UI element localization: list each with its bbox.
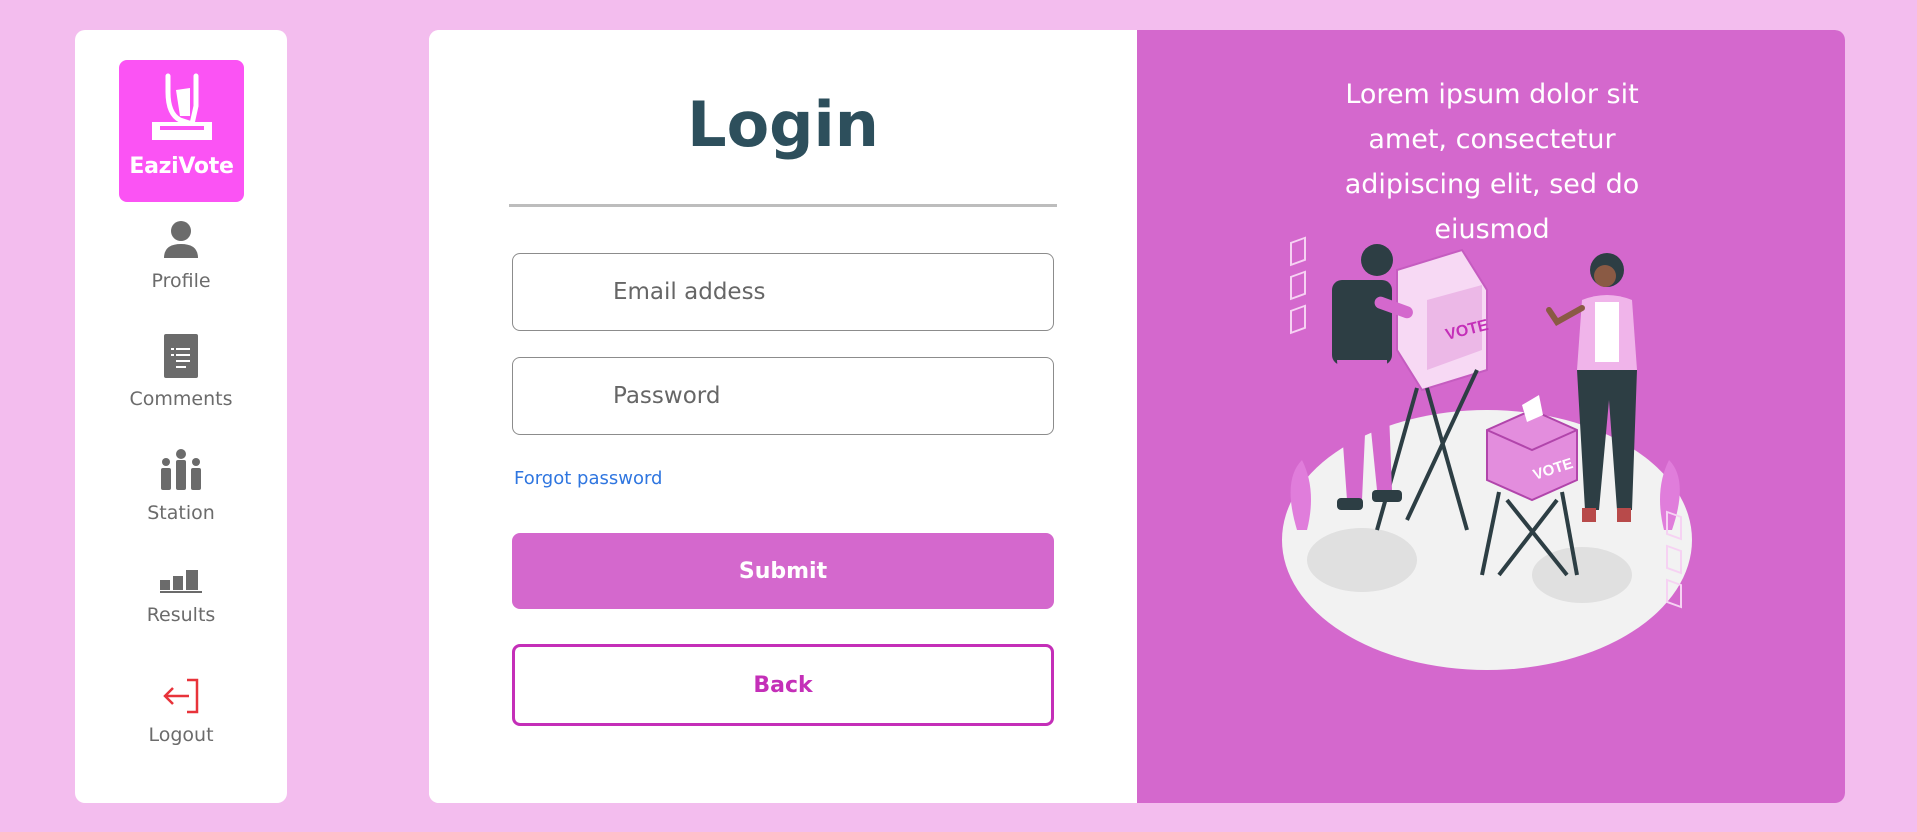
sidebar-item-label: Logout bbox=[148, 724, 214, 746]
voting-booth-illustration: VOTE VOTE bbox=[1282, 236, 1692, 670]
app-logo[interactable]: EaziVote bbox=[119, 60, 244, 202]
forgot-password-link[interactable]: Forgot password bbox=[514, 468, 662, 489]
page-title: Login bbox=[687, 88, 879, 161]
login-card: Login Forgot password Submit Back Lorem … bbox=[429, 30, 1845, 803]
app-name: EaziVote bbox=[129, 154, 234, 179]
sidebar-item-label: Results bbox=[146, 604, 216, 626]
user-icon bbox=[164, 221, 198, 258]
password-field[interactable] bbox=[512, 357, 1054, 435]
logout-icon bbox=[163, 678, 199, 714]
submit-button[interactable]: Submit bbox=[512, 533, 1054, 609]
sidebar-item-profile[interactable]: Profile bbox=[75, 220, 287, 292]
illustration-panel: Lorem ipsum dolor sit amet, consectetur … bbox=[1137, 30, 1845, 803]
back-button[interactable]: Back bbox=[512, 644, 1054, 726]
sidebar: EaziVote Profile Comments Station Result… bbox=[75, 30, 287, 803]
sidebar-item-label: Comments bbox=[129, 388, 233, 410]
sidebar-item-station[interactable]: Station bbox=[75, 448, 287, 524]
bar-chart-icon bbox=[160, 570, 202, 593]
login-form: Login Forgot password Submit Back bbox=[429, 30, 1137, 803]
divider bbox=[509, 204, 1057, 207]
sidebar-item-results[interactable]: Results bbox=[75, 568, 287, 626]
ballot-box-icon bbox=[151, 73, 212, 140]
people-icon bbox=[161, 449, 201, 490]
sidebar-item-comments[interactable]: Comments bbox=[75, 334, 287, 410]
document-icon bbox=[164, 334, 198, 378]
sidebar-item-label: Station bbox=[147, 502, 215, 524]
sidebar-item-logout[interactable]: Logout bbox=[75, 678, 287, 746]
email-field[interactable] bbox=[512, 253, 1054, 331]
sidebar-item-label: Profile bbox=[151, 270, 211, 292]
blurb-text: Lorem ipsum dolor sit amet, consectetur … bbox=[1344, 79, 1640, 245]
